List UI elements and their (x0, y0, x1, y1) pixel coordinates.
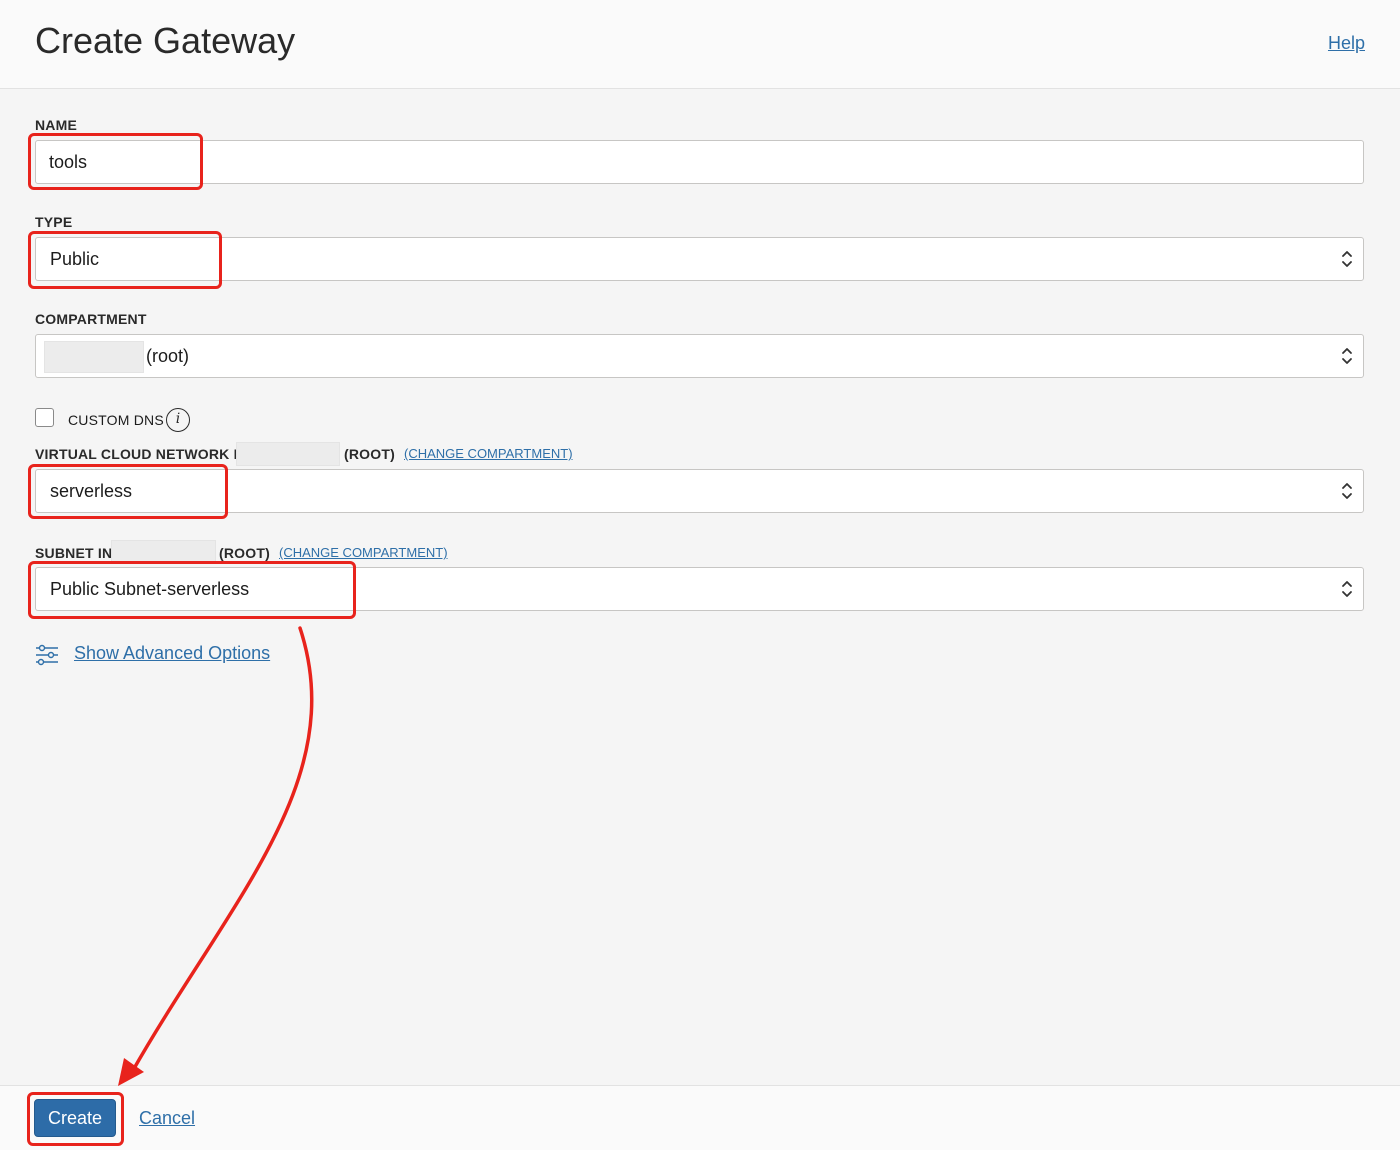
annotation-arrow (118, 626, 314, 1086)
